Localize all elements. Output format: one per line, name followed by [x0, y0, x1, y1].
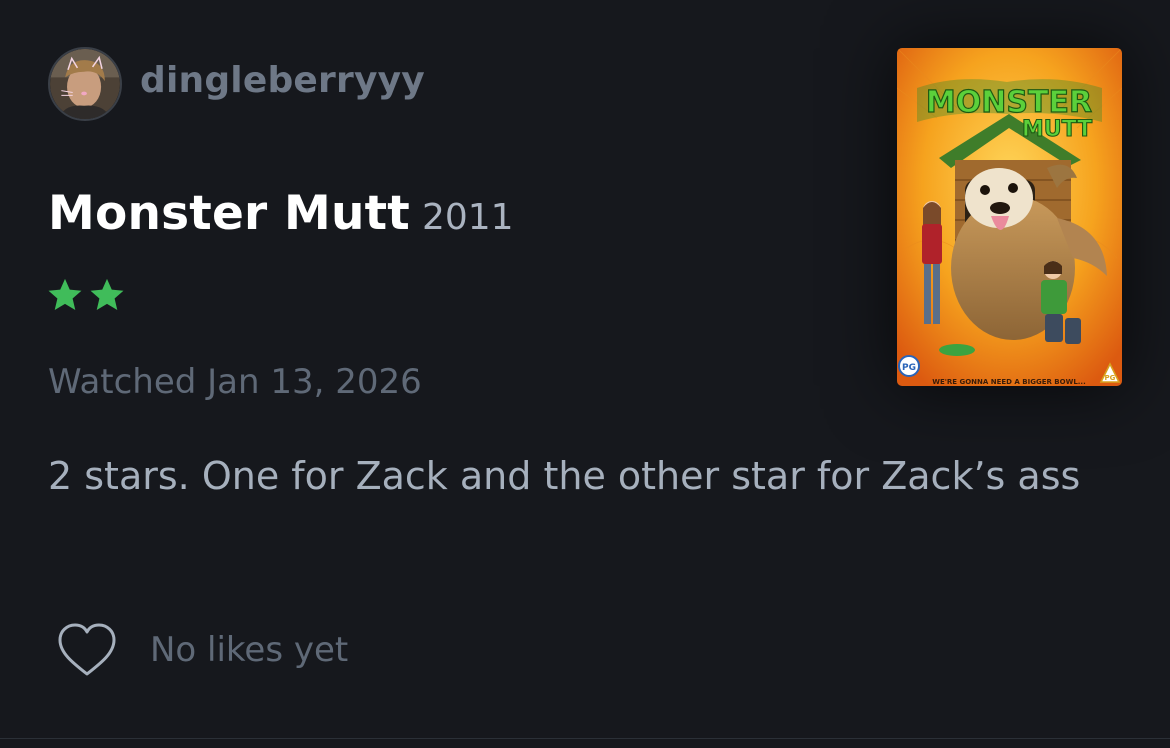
pg-badge-left: PG [902, 363, 916, 373]
review-author[interactable]: dingleberryyy [48, 47, 425, 121]
avatar[interactable] [48, 47, 122, 121]
divider [0, 738, 1170, 739]
review-text: 2 stars. One for Zack and the other star… [48, 454, 1081, 498]
pg-badge-right: PG [1105, 374, 1116, 382]
pg-rating-icon: PG [898, 355, 920, 377]
watched-date: Watched Jan 13, 2026 [48, 362, 422, 402]
star-rating [46, 276, 126, 314]
author-username[interactable]: dingleberryyy [140, 60, 425, 101]
star-icon [48, 278, 82, 311]
film-heading[interactable]: Monster Mutt 2011 [48, 186, 514, 241]
poster-title-line2: MUTT [1022, 117, 1092, 142]
likes-row: No likes yet [56, 622, 348, 678]
review-card: dingleberryyy Monster Mutt 2011 Watched … [0, 0, 1170, 748]
poster-title-line1: MONSTER [926, 85, 1092, 120]
film-title[interactable]: Monster Mutt [48, 186, 410, 241]
heart-icon[interactable] [56, 622, 118, 678]
poster-tagline: WE'RE GONNA NEED A BIGGER BOWL... [932, 378, 1086, 386]
film-poster[interactable]: MONSTER MUTT WE'RE GONNA NEED A BIGGER B… [897, 48, 1122, 386]
likes-count-label: No likes yet [150, 630, 349, 670]
poster-image: MONSTER MUTT WE'RE GONNA NEED A BIGGER B… [897, 48, 1122, 386]
film-year[interactable]: 2011 [422, 197, 514, 238]
star-icon [90, 278, 124, 311]
